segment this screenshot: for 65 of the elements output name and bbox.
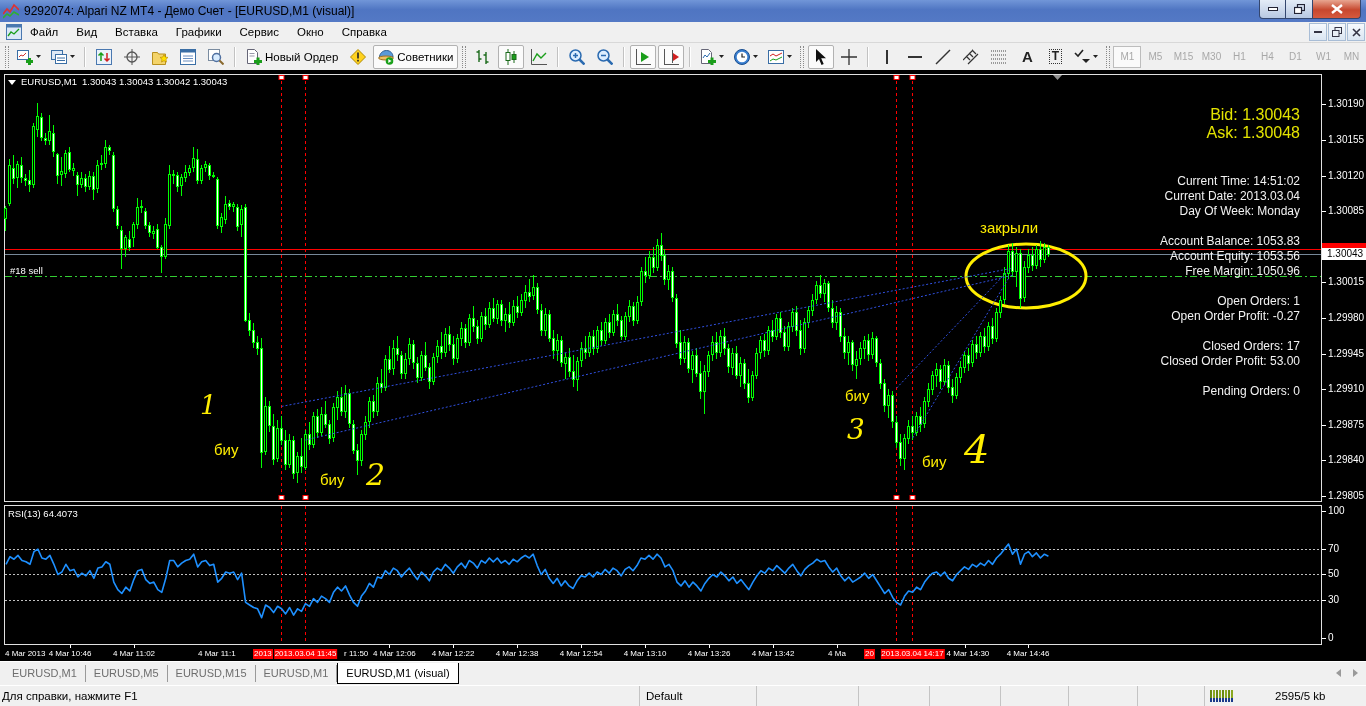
price-axis-label: 1.30155: [1328, 134, 1365, 147]
time-axis-label: r 11:50: [344, 649, 369, 659]
price-axis-label: 1.29805: [1328, 489, 1365, 502]
time-axis-label: 4 Mar 14:30: [946, 649, 990, 659]
status-profile: Default: [639, 686, 756, 706]
time-axis-label: 4 Mar 12:54: [559, 649, 603, 659]
price-axis-label: 1.29840: [1328, 454, 1365, 467]
price-axis-label: 1.30190: [1328, 98, 1365, 111]
time-axis-label: 4 Ma: [828, 649, 846, 659]
price-axis-label: 1.30120: [1328, 169, 1365, 182]
time-marker-label: 2013.03.04 14:17: [880, 649, 945, 659]
account-info-text: Current Time: 14:51:02: [1177, 174, 1300, 189]
rsi-axis-label: 30: [1328, 593, 1340, 606]
time-axis-label: 4 Mar 12:06: [373, 649, 416, 659]
chart-annotation: 2: [366, 460, 386, 490]
chart-annotation: биу: [214, 442, 239, 457]
price-axis-label: 1.29945: [1328, 347, 1365, 360]
chart-annotation: 1: [200, 392, 217, 418]
price-axis-label: 1.29875: [1328, 418, 1365, 431]
rsi-axis-label: 0: [1328, 632, 1334, 644]
rsi-axis-label: 100: [1328, 505, 1345, 517]
time-marker-label: 2013: [253, 649, 273, 659]
time-axis-label: 4 Mar 12:38: [495, 649, 539, 659]
account-info-text: Day Of Week: Monday: [1179, 204, 1300, 219]
time-axis-label: 4 Mar 13:42: [751, 649, 795, 659]
account-info-text: Pending Orders: 0: [1202, 384, 1300, 399]
account-info-text: Free Margin: 1050.96: [1185, 264, 1300, 279]
order-label: #18 sell: [10, 264, 43, 276]
time-axis-label: 4 Mar 2013: [5, 649, 46, 659]
account-info-text: Current Date: 2013.03.04: [1164, 189, 1300, 204]
account-info-text: Closed Orders: 17: [1202, 339, 1300, 354]
quote-text: Bid: 1.30043: [1210, 106, 1300, 124]
rsi-axis-label: 50: [1328, 568, 1340, 581]
price-axis-label: 1.29980: [1328, 312, 1365, 324]
price-label: 1.30043: [1322, 248, 1366, 260]
price-axis-label: 1.29910: [1328, 383, 1365, 396]
price-axis-label: 1.30015: [1328, 276, 1365, 289]
time-axis-label: 4 Mar 13:10: [623, 649, 667, 659]
time-marker-label: 2013.03.04 11:45: [273, 649, 338, 659]
chart-annotation: биу: [845, 388, 870, 403]
chart-annotation: биу: [320, 472, 345, 487]
window-title: 9292074: Alpari NZ MT4 - Демо Счет - [EURUSD,M1 (visual)]: [24, 4, 355, 18]
time-axis-label: 4 Mar 12:22: [431, 649, 475, 659]
account-info-text: Closed Order Profit: 53.00: [1160, 354, 1300, 369]
quote-text: Ask: 1.30048: [1206, 124, 1300, 142]
time-axis-label: 4 Mar 10:46: [48, 649, 92, 659]
status-text: Для справки, нажмите F1: [1, 689, 139, 704]
time-axis-label: 4 Mar 11:1: [198, 649, 236, 659]
chart-ohlc-readout: 1.30043 1.30043 1.30042 1.30043: [81, 76, 228, 88]
price-axis-label: 1.30085: [1328, 205, 1365, 218]
account-info-text: Open Orders: 1: [1217, 294, 1300, 309]
account-info-text: Open Order Profit: -0.27: [1171, 309, 1300, 324]
time-axis-label: 4 Mar 11:02: [112, 649, 156, 659]
chart-annotation: 4: [964, 429, 990, 469]
time-marker-label: 20: [864, 649, 875, 659]
time-axis-label: 4 Mar 14:46: [1006, 649, 1050, 659]
time-axis-label: 4 Mar 13:26: [687, 649, 731, 659]
indicator-title: RSI(13) 64.4073: [8, 508, 78, 520]
chart-symbol: EURUSD,M1: [21, 76, 77, 88]
status-traffic: 2595/5 kb: [1275, 690, 1326, 702]
rsi-axis-label: 70: [1328, 543, 1340, 556]
chart-annotation: закрыли: [980, 220, 1039, 235]
chart-annotation: биу: [922, 454, 947, 469]
chart-annotation: 3: [847, 416, 865, 444]
account-info-text: Account Balance: 1053.83: [1159, 234, 1300, 249]
